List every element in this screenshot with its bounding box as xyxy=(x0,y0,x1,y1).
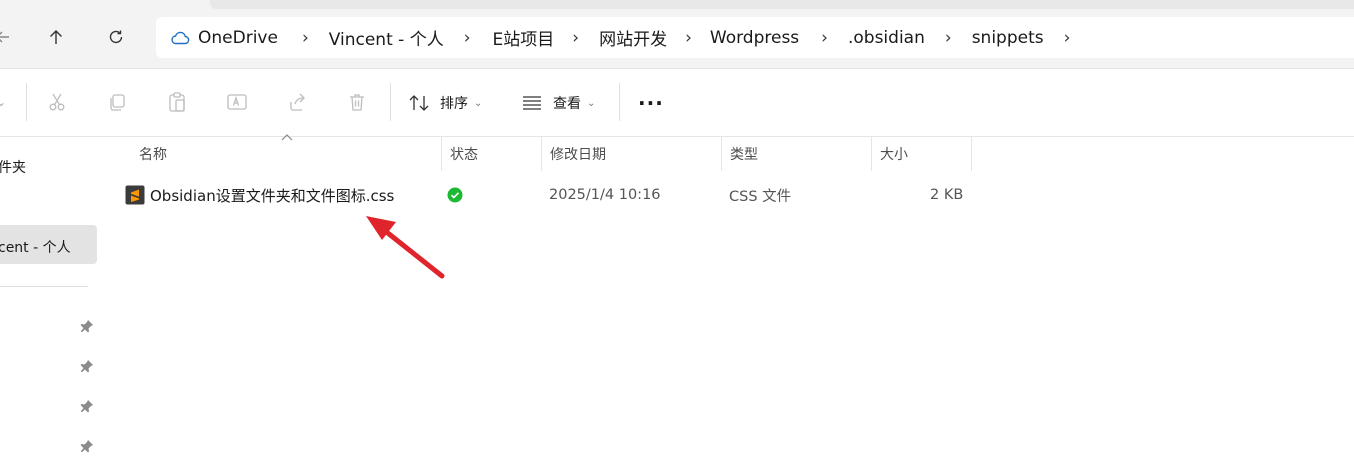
column-header-size[interactable]: 大小 xyxy=(872,137,971,171)
pin-icon[interactable] xyxy=(79,438,95,454)
toolbar-separator xyxy=(619,83,620,121)
breadcrumb-project[interactable]: E站项目 xyxy=(493,25,555,50)
breadcrumb-vincent[interactable]: Vincent - 个人 xyxy=(329,25,444,50)
cut-icon xyxy=(49,93,65,111)
file-size: 2 KB xyxy=(930,187,964,203)
arrow-up-icon xyxy=(50,30,62,44)
command-bar: ⌄ 排序 ⌄ 查看 ⌄ ··· xyxy=(0,69,1354,136)
paste-button[interactable] xyxy=(164,89,190,115)
breadcrumb-snippets[interactable]: snippets xyxy=(972,28,1044,48)
column-header-modified[interactable]: 修改日期 xyxy=(542,137,721,171)
chevron-down-icon: ⌄ xyxy=(474,97,483,109)
file-row[interactable]: Obsidian设置文件夹和文件图标.css 2025/1/4 10:16 CS… xyxy=(116,176,976,214)
breadcrumb-obsidian[interactable]: .obsidian xyxy=(848,28,925,48)
annotation-arrow xyxy=(366,216,445,279)
sort-label: 排序 xyxy=(440,96,468,112)
column-header-status[interactable]: 状态 xyxy=(442,137,541,171)
paste-icon xyxy=(169,92,185,112)
tab-strip xyxy=(210,0,1354,9)
view-label: 查看 xyxy=(553,96,581,112)
pin-icon[interactable] xyxy=(79,318,95,334)
nav-divider xyxy=(0,286,88,287)
share-icon xyxy=(290,93,305,111)
delete-icon xyxy=(350,94,364,111)
chevron-right-icon[interactable]: › xyxy=(1064,28,1071,48)
refresh-button[interactable] xyxy=(101,22,131,52)
chevron-right-icon[interactable]: › xyxy=(945,28,952,48)
sort-icon xyxy=(409,95,429,111)
breadcrumb-webdev[interactable]: 网站开发 xyxy=(599,25,667,50)
up-button[interactable] xyxy=(41,22,71,52)
rename-icon xyxy=(227,94,247,110)
column-header-type[interactable]: 类型 xyxy=(722,137,871,171)
chevron-right-icon[interactable]: › xyxy=(302,28,309,48)
cloud-icon xyxy=(170,30,190,46)
back-button[interactable] xyxy=(0,22,18,52)
sublime-css-file-icon xyxy=(125,176,145,214)
share-button[interactable] xyxy=(284,89,310,115)
rename-button[interactable] xyxy=(224,89,250,115)
chevron-right-icon[interactable]: › xyxy=(685,28,692,48)
title-bar: OneDrive › Vincent - 个人 › E站项目 › 网站开发 › … xyxy=(0,0,1354,68)
arrow-left-icon xyxy=(0,31,9,43)
breadcrumb-onedrive[interactable]: OneDrive xyxy=(198,28,278,48)
column-separator[interactable] xyxy=(971,137,972,171)
sort-button[interactable]: 排序 ⌄ xyxy=(408,89,482,117)
chevron-right-icon[interactable]: › xyxy=(464,28,471,48)
refresh-icon xyxy=(109,30,123,44)
file-modified: 2025/1/4 10:16 xyxy=(549,187,661,203)
view-icon xyxy=(523,96,541,110)
file-type: CSS 文件 xyxy=(729,188,792,205)
column-header-name[interactable]: 名称 xyxy=(131,137,441,171)
pin-icon[interactable] xyxy=(79,358,95,374)
delete-button[interactable] xyxy=(344,89,370,115)
breadcrumb-wordpress[interactable]: Wordpress xyxy=(710,28,799,48)
address-bar[interactable]: OneDrive › Vincent - 个人 › E站项目 › 网站开发 › … xyxy=(156,17,1354,58)
chevron-down-icon[interactable]: ⌄ xyxy=(0,95,6,109)
pin-icon[interactable] xyxy=(79,398,95,414)
toolbar-separator xyxy=(26,83,27,121)
view-button[interactable]: 查看 ⌄ xyxy=(521,89,595,117)
cut-button[interactable] xyxy=(44,89,70,115)
toolbar-separator xyxy=(390,83,391,121)
nav-item-onedrive[interactable]: cent - 个人 xyxy=(0,237,71,257)
file-name[interactable]: Obsidian设置文件夹和文件图标.css xyxy=(150,176,394,214)
nav-item-folders[interactable]: 件夹 xyxy=(0,157,26,177)
chevron-down-icon: ⌄ xyxy=(587,97,596,109)
chevron-right-icon[interactable]: › xyxy=(821,28,828,48)
copy-icon xyxy=(110,94,125,111)
more-options-button[interactable]: ··· xyxy=(638,89,664,117)
chevron-right-icon[interactable]: › xyxy=(572,28,579,48)
copy-button[interactable] xyxy=(104,89,130,115)
